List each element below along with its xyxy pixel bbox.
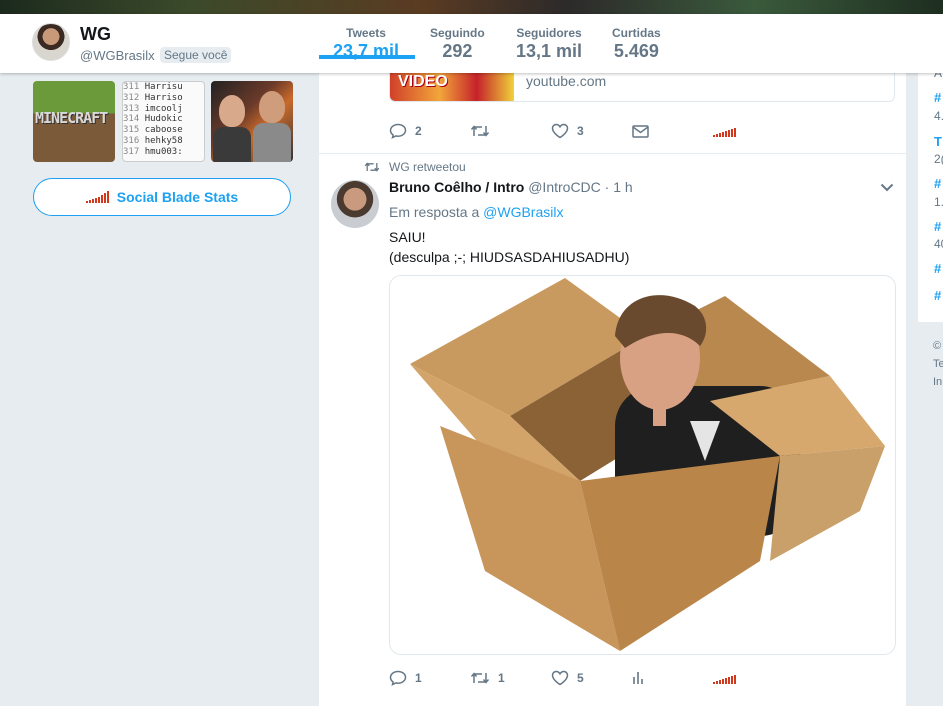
retweet-context: WG retweetou — [364, 160, 466, 174]
social-blade-icon — [713, 672, 736, 684]
like-count: 5 — [577, 671, 584, 685]
list-item: 317 hmu003: — [123, 146, 183, 157]
retweet-button[interactable] — [470, 124, 551, 138]
message-button[interactable] — [632, 124, 713, 138]
link-card[interactable]: VIDEO youtube.com — [389, 73, 895, 102]
reply-icon — [389, 670, 407, 686]
active-tab-indicator — [319, 55, 415, 59]
trends-panel: A # 4. T 2( # 1. # 40 # # — [918, 60, 943, 322]
stat-following-value: 292 — [442, 41, 473, 61]
person-figure — [213, 127, 251, 162]
tweet-text-line: (desculpa ;-; HIUDSASDAHIUSADHU) — [389, 249, 630, 265]
stat-tweets-label: Tweets — [346, 26, 386, 40]
stat-followers[interactable]: Seguidores 13,1 mil — [516, 26, 582, 62]
footer-link[interactable]: In — [933, 376, 942, 388]
chevron-down-icon[interactable] — [880, 183, 894, 192]
stat-following[interactable]: Seguindo 292 — [430, 26, 485, 62]
tweet-text: SAIU! (desculpa ;-; HIUDSASDAHIUSADHU) — [389, 227, 629, 267]
retweet-context-label[interactable]: WG retweetou — [389, 160, 466, 174]
stat-likes-value: 5.469 — [613, 41, 659, 61]
media-thumb-minecraft[interactable]: MINECRAFT — [33, 81, 115, 162]
person-face — [259, 91, 285, 123]
tweet-divider — [319, 153, 906, 154]
analytics-icon — [633, 672, 643, 684]
link-card-thumbnail: VIDEO — [390, 73, 514, 101]
heart-icon — [551, 670, 569, 686]
reply-context: Em resposta a @WGBrasilx — [389, 204, 563, 220]
media-thumb-people[interactable] — [211, 81, 293, 162]
list-item: 311 Harrisu — [123, 82, 183, 92]
list-item: 313 imcoolj — [123, 103, 183, 114]
list-item: 314 Hudokic — [123, 114, 183, 125]
envelope-icon — [632, 124, 649, 138]
list-item: 312 Harriso — [123, 92, 183, 103]
trend-count: 4. — [934, 109, 943, 123]
timeline: VIDEO youtube.com 2 3 WG retweetou Bruno… — [319, 73, 906, 706]
tweet-image[interactable] — [389, 275, 896, 655]
reply-button[interactable]: 2 — [389, 123, 470, 139]
stat-likes-label: Curtidas — [612, 26, 661, 40]
trend-count: 40 — [934, 237, 943, 251]
profile-banner — [0, 0, 943, 14]
retweet-icon — [364, 162, 380, 172]
person-in-box-image — [410, 278, 885, 651]
trend-count: 1. — [934, 195, 943, 209]
profile-avatar[interactable] — [32, 23, 70, 61]
retweet-count: 1 — [498, 671, 505, 685]
minecraft-logo-text: MINECRAFT — [35, 109, 108, 127]
social-blade-icon — [85, 191, 109, 203]
tweet-header: Bruno Coêlho / Intro @IntroCDC · 1 h — [389, 179, 633, 195]
trend-count: 2( — [934, 152, 943, 166]
analytics-button[interactable] — [632, 671, 713, 685]
social-blade-tweet-button[interactable] — [713, 672, 794, 684]
reply-count: 1 — [415, 671, 422, 685]
trend-link[interactable]: # — [934, 176, 941, 191]
social-blade-tweet-button[interactable] — [713, 125, 794, 137]
social-blade-label: Social Blade Stats — [116, 189, 239, 205]
media-thumb-list[interactable]: 311 Harrisu 312 Harriso 313 imcoolj 314 … — [122, 81, 205, 162]
list-item: 315 caboose — [123, 125, 183, 136]
retweet-icon — [470, 125, 490, 137]
footer-link[interactable]: Te — [933, 358, 943, 370]
reply-count: 2 — [415, 124, 422, 138]
stat-followers-label: Seguidores — [516, 26, 582, 40]
like-button[interactable]: 3 — [551, 123, 632, 139]
trend-link[interactable]: # — [934, 261, 941, 276]
tweet-actions: 2 3 — [389, 123, 794, 139]
social-blade-icon — [713, 125, 736, 137]
tweet-actions: 1 1 5 — [389, 670, 794, 686]
reply-prefix: Em resposta a — [389, 204, 480, 220]
social-blade-stats-button[interactable]: Social Blade Stats — [33, 178, 291, 216]
link-card-url: youtube.com — [526, 73, 607, 89]
heart-icon — [551, 123, 569, 139]
tweet-text-line: SAIU! — [389, 229, 426, 245]
tweet-author-name[interactable]: Bruno Coêlho / Intro — [389, 179, 524, 195]
stat-following-label: Seguindo — [430, 26, 485, 40]
stat-followers-value: 13,1 mil — [516, 41, 583, 61]
trend-link[interactable]: # — [934, 288, 941, 303]
trend-link[interactable]: # — [934, 90, 941, 105]
reply-icon — [389, 123, 407, 139]
trend-link[interactable]: T — [934, 134, 942, 149]
tweet-time[interactable]: · 1 h — [605, 179, 633, 195]
footer-copyright: © — [933, 340, 942, 352]
reply-button[interactable]: 1 — [389, 670, 470, 686]
person-figure — [253, 123, 291, 162]
list-item: 316 hehky58 — [123, 135, 183, 146]
like-count: 3 — [577, 124, 584, 138]
tweet-author-handle[interactable]: @IntroCDC — [528, 179, 601, 195]
profile-name[interactable]: WG — [80, 24, 111, 45]
retweet-button[interactable]: 1 — [470, 671, 551, 685]
follows-you-badge: Segue você — [160, 47, 232, 63]
profile-handle[interactable]: @WGBrasilx — [80, 48, 155, 63]
retweet-icon — [470, 672, 490, 684]
profile-nav-bar: WG @WGBrasilx Segue você Tweets 23,7 mil… — [0, 14, 943, 73]
trend-link[interactable]: # — [934, 219, 941, 234]
like-button[interactable]: 5 — [551, 670, 632, 686]
person-face — [219, 95, 245, 127]
reply-handle-link[interactable]: @WGBrasilx — [483, 204, 563, 220]
tweet-author-avatar[interactable] — [331, 180, 379, 228]
stat-likes[interactable]: Curtidas 5.469 — [612, 26, 661, 62]
